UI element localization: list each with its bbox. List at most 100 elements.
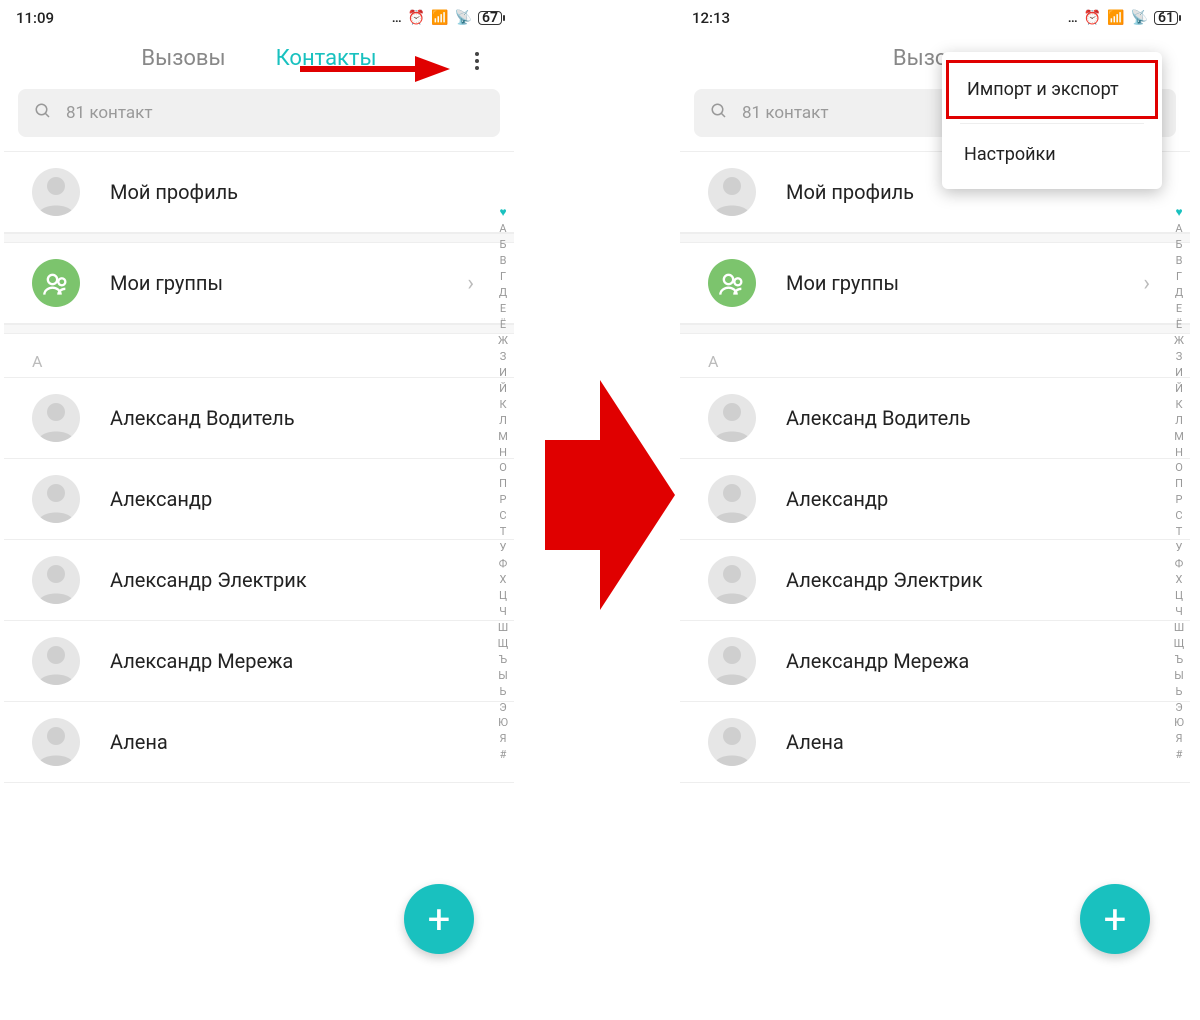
index-letter[interactable]: Ы [494, 668, 512, 684]
avatar-icon [32, 394, 80, 442]
index-letter[interactable]: И [494, 365, 512, 381]
alpha-index-right[interactable]: ♥ АБВГДЕЁЖЗИЙКЛМНОПРСТУФХЦЧШЩЪЫЬЭЮЯ# [1170, 204, 1188, 763]
phone-screen-left: 11:09 … ⏰ 📶 📡 67 Вызовы Контакты 81 конт… [4, 4, 514, 1004]
index-letter[interactable]: А [1170, 221, 1188, 237]
overflow-menu-icon[interactable] [466, 50, 488, 72]
menu-item-import-export[interactable]: Импорт и экспорт [946, 60, 1158, 119]
index-letter[interactable]: Ф [494, 556, 512, 572]
index-letter[interactable]: Ц [1170, 588, 1188, 604]
clock: 12:13 [692, 9, 730, 27]
index-letter[interactable]: Л [1170, 413, 1188, 429]
index-letter[interactable]: Х [494, 572, 512, 588]
index-letter[interactable]: К [1170, 397, 1188, 413]
index-letter[interactable]: Д [494, 285, 512, 301]
index-letter[interactable]: Е [494, 301, 512, 317]
index-letter[interactable]: В [494, 253, 512, 269]
index-letter[interactable]: # [1170, 747, 1188, 763]
signal-icon: 📶 [1107, 10, 1124, 26]
index-letter[interactable]: В [1170, 253, 1188, 269]
index-letter[interactable]: Ш [494, 620, 512, 636]
index-letter[interactable]: Ы [1170, 668, 1188, 684]
index-letter[interactable]: Ч [1170, 604, 1188, 620]
index-letter[interactable]: М [494, 429, 512, 445]
index-letter[interactable]: О [494, 460, 512, 476]
index-letter[interactable]: Я [1170, 731, 1188, 747]
index-letter[interactable]: А [494, 221, 512, 237]
index-letter[interactable]: Э [494, 700, 512, 716]
contact-row[interactable]: Александр [4, 459, 514, 540]
index-letter[interactable]: Ь [494, 684, 512, 700]
index-letter[interactable]: Н [1170, 445, 1188, 461]
index-letter[interactable]: С [1170, 508, 1188, 524]
contact-row[interactable]: Александ Водитель [4, 378, 514, 459]
alpha-index-left[interactable]: ♥ АБВГДЕЁЖЗИЙКЛМНОПРСТУФХЦЧШЩЪЫЬЭЮЯ# [494, 204, 512, 763]
contact-row[interactable]: Алена [680, 702, 1190, 783]
plus-icon: + [1104, 896, 1127, 943]
index-letter[interactable]: Ю [1170, 715, 1188, 731]
add-contact-fab[interactable]: + [404, 884, 474, 954]
index-letter[interactable]: Ч [494, 604, 512, 620]
index-letter[interactable]: Р [494, 492, 512, 508]
index-letter[interactable]: Ф [1170, 556, 1188, 572]
index-letter[interactable]: Ъ [494, 652, 512, 668]
clock: 11:09 [16, 9, 54, 27]
index-letter[interactable]: Ц [494, 588, 512, 604]
my-profile-row[interactable]: Мой профиль [4, 151, 514, 233]
my-groups-row[interactable]: Мои группы › [4, 243, 514, 324]
index-letter[interactable]: И [1170, 365, 1188, 381]
index-letter[interactable]: Щ [494, 636, 512, 652]
my-groups-row[interactable]: Мои группы › [680, 243, 1190, 324]
index-letter[interactable]: Ж [494, 333, 512, 349]
alarm-icon: ⏰ [408, 10, 425, 26]
index-letter[interactable]: Т [1170, 524, 1188, 540]
index-letter[interactable]: З [1170, 349, 1188, 365]
index-letter[interactable]: Ё [494, 317, 512, 333]
index-letter[interactable]: Л [494, 413, 512, 429]
tab-calls[interactable]: Вызовы [141, 46, 225, 71]
contact-row[interactable]: Александр Электрик [680, 540, 1190, 621]
index-letter[interactable]: М [1170, 429, 1188, 445]
contact-row[interactable]: Александр [680, 459, 1190, 540]
contact-name: Александр Мережа [110, 649, 293, 673]
index-letter[interactable]: З [494, 349, 512, 365]
index-letter[interactable]: Ш [1170, 620, 1188, 636]
index-letter[interactable]: Ь [1170, 684, 1188, 700]
index-letter[interactable]: П [1170, 476, 1188, 492]
contact-row[interactable]: Александ Водитель [680, 378, 1190, 459]
index-letter[interactable]: Щ [1170, 636, 1188, 652]
search-input[interactable]: 81 контакт [18, 89, 500, 137]
index-letter[interactable]: Н [494, 445, 512, 461]
contact-row[interactable]: Александр Электрик [4, 540, 514, 621]
index-letter[interactable]: Д [1170, 285, 1188, 301]
index-letter[interactable]: С [494, 508, 512, 524]
index-letter[interactable]: Р [1170, 492, 1188, 508]
index-letter[interactable]: Б [494, 237, 512, 253]
menu-item-settings[interactable]: Настройки [942, 124, 1162, 185]
index-letter[interactable]: Э [1170, 700, 1188, 716]
index-letter[interactable]: У [1170, 540, 1188, 556]
add-contact-fab[interactable]: + [1080, 884, 1150, 954]
index-letter[interactable]: Й [1170, 381, 1188, 397]
contact-row[interactable]: Александр Мережа [680, 621, 1190, 702]
index-letter[interactable]: Г [1170, 269, 1188, 285]
index-letter[interactable]: Ъ [1170, 652, 1188, 668]
index-letter[interactable]: Ю [494, 715, 512, 731]
my-groups-label: Мои группы [110, 271, 223, 295]
index-letter[interactable]: Т [494, 524, 512, 540]
index-letter[interactable]: Г [494, 269, 512, 285]
index-letter[interactable]: Я [494, 731, 512, 747]
index-letter[interactable]: Б [1170, 237, 1188, 253]
index-letter[interactable]: К [494, 397, 512, 413]
index-letter[interactable]: Х [1170, 572, 1188, 588]
index-letter[interactable]: У [494, 540, 512, 556]
index-letter[interactable]: П [494, 476, 512, 492]
contact-row[interactable]: Алена [4, 702, 514, 783]
dots-icon: … [392, 10, 402, 26]
contact-row[interactable]: Александр Мережа [4, 621, 514, 702]
index-letter[interactable]: # [494, 747, 512, 763]
index-letter[interactable]: О [1170, 460, 1188, 476]
index-letter[interactable]: Й [494, 381, 512, 397]
index-letter[interactable]: Ж [1170, 333, 1188, 349]
index-letter[interactable]: Ё [1170, 317, 1188, 333]
index-letter[interactable]: Е [1170, 301, 1188, 317]
